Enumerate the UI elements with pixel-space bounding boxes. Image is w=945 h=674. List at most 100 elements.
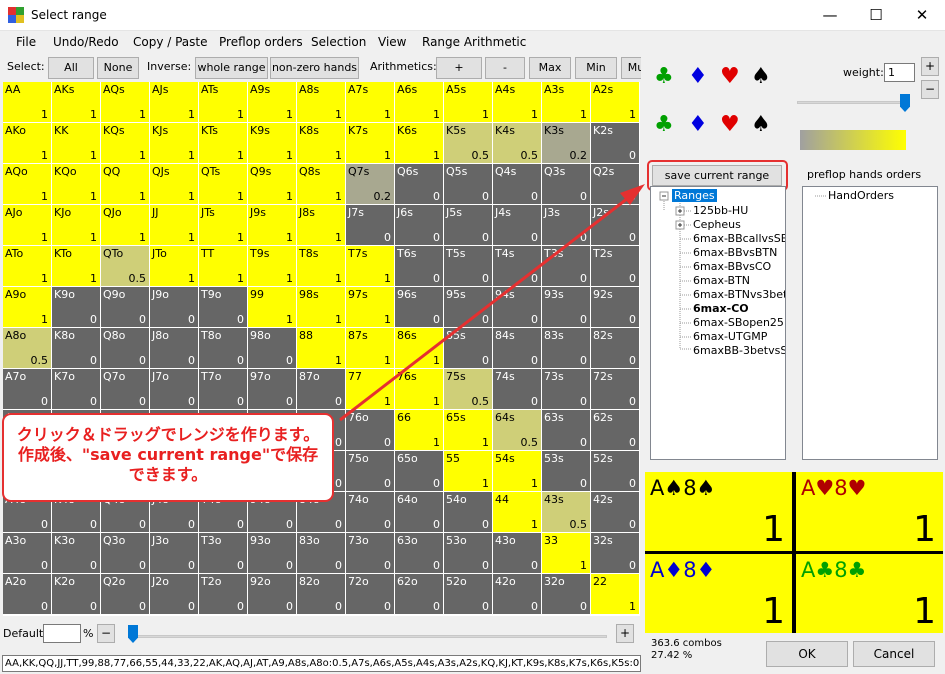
tree-item[interactable]: 6max-BBcallvsSB <box>693 232 785 245</box>
hand-cell[interactable]: 76o 0 <box>346 410 394 450</box>
hand-cell[interactable]: Q3s 0 <box>542 164 590 204</box>
hand-cell[interactable]: ATo 1 <box>3 246 51 286</box>
hand-cell[interactable]: 64o 0 <box>395 492 443 532</box>
default-plus-button[interactable]: + <box>616 624 634 643</box>
hand-cell[interactable]: T7s 1 <box>346 246 394 286</box>
hand-cell[interactable]: AA 1 <box>3 82 51 122</box>
hand-cell[interactable]: 75s 0.5 <box>444 369 492 409</box>
hand-cell[interactable]: 44 1 <box>493 492 541 532</box>
hand-cell[interactable]: 72o 0 <box>346 574 394 614</box>
hand-cell[interactable]: 73o 0 <box>346 533 394 573</box>
hand-cell[interactable]: KTs 1 <box>199 123 247 163</box>
weight-slider-track[interactable] <box>797 101 907 104</box>
combo-cell[interactable]: A♠8♠ 1 <box>645 472 792 551</box>
hand-cell[interactable]: Q9o 0 <box>101 287 149 327</box>
tree-item[interactable]: 6max-SBopen25 <box>693 316 784 329</box>
hand-orders-item[interactable]: HandOrders <box>828 189 894 202</box>
hand-cell[interactable]: TT 1 <box>199 246 247 286</box>
spade-icon[interactable]: ♠ <box>751 112 771 138</box>
hand-cell[interactable]: Q6s 0 <box>395 164 443 204</box>
menu-selection[interactable]: Selection <box>311 35 366 49</box>
hand-cell[interactable]: J5s 0 <box>444 205 492 245</box>
hand-cell[interactable]: KK 1 <box>52 123 100 163</box>
combo-cell[interactable]: A♣8♣ 1 <box>796 554 943 633</box>
menu-file[interactable]: File <box>16 35 36 49</box>
hand-cell[interactable]: AJs 1 <box>150 82 198 122</box>
hand-cell[interactable]: T9o 0 <box>199 287 247 327</box>
hand-cell[interactable]: Q3o 0 <box>101 533 149 573</box>
tree-item-selected[interactable]: 6max-CO <box>693 302 749 315</box>
hand-cell[interactable]: J9s 1 <box>248 205 296 245</box>
hand-cell[interactable]: T8o 0 <box>199 328 247 368</box>
hand-cell[interactable]: J2s 0 <box>591 205 639 245</box>
hand-cell[interactable]: 74s 0 <box>493 369 541 409</box>
hand-cell[interactable]: 95s 0 <box>444 287 492 327</box>
hand-cell[interactable]: T2s 0 <box>591 246 639 286</box>
hand-cell[interactable]: J3o 0 <box>150 533 198 573</box>
hand-cell[interactable]: K9s 1 <box>248 123 296 163</box>
hand-cell[interactable]: 63o 0 <box>395 533 443 573</box>
hand-cell[interactable]: AKo 1 <box>3 123 51 163</box>
hand-cell[interactable]: A9o 1 <box>3 287 51 327</box>
hand-cell[interactable]: J3s 0 <box>542 205 590 245</box>
tree-item[interactable]: 6max-BBvsCO <box>693 260 771 273</box>
hand-cell[interactable]: AQs 1 <box>101 82 149 122</box>
hand-cell[interactable]: 88 1 <box>297 328 345 368</box>
club-icon[interactable]: ♣ <box>654 64 674 90</box>
hand-cell[interactable]: A7o 0 <box>3 369 51 409</box>
ranges-tree[interactable]: Ranges 125bb-HU Cepheus 6max-BBcallvsSB … <box>650 186 786 460</box>
hand-cell[interactable]: QTs 1 <box>199 164 247 204</box>
combo-cell[interactable]: A♦8♦ 1 <box>645 554 792 633</box>
tree-item[interactable]: 6max-UTGMP <box>693 330 767 343</box>
spade-icon[interactable]: ♠ <box>751 64 771 90</box>
hand-cell[interactable]: 52o 0 <box>444 574 492 614</box>
hand-cell[interactable]: A5s 1 <box>444 82 492 122</box>
hand-cell[interactable]: 85s 0 <box>444 328 492 368</box>
hand-cell[interactable]: K7s 1 <box>346 123 394 163</box>
hand-cell[interactable]: 96s 0 <box>395 287 443 327</box>
hand-cell[interactable]: T3s 0 <box>542 246 590 286</box>
weight-minus-button[interactable]: − <box>921 80 939 99</box>
hand-cell[interactable]: 93s 0 <box>542 287 590 327</box>
hand-cell[interactable]: K2o 0 <box>52 574 100 614</box>
hand-cell[interactable]: 22 1 <box>591 574 639 614</box>
hand-cell[interactable]: T9s 1 <box>248 246 296 286</box>
inverse-whole-range-button[interactable]: whole range <box>195 57 268 79</box>
hand-cell[interactable]: K8o 0 <box>52 328 100 368</box>
hand-cell[interactable]: QJs 1 <box>150 164 198 204</box>
hand-cell[interactable]: K6s 1 <box>395 123 443 163</box>
hand-cell[interactable]: 52s 0 <box>591 451 639 491</box>
hand-cell[interactable]: QJo 1 <box>101 205 149 245</box>
hand-cell[interactable]: A2s 1 <box>591 82 639 122</box>
hand-cell[interactable]: AJo 1 <box>3 205 51 245</box>
hand-cell[interactable]: 98o 0 <box>248 328 296 368</box>
hand-cell[interactable]: K3o 0 <box>52 533 100 573</box>
hand-cell[interactable]: Q5s 0 <box>444 164 492 204</box>
hand-cell[interactable]: A6s 1 <box>395 82 443 122</box>
diamond-icon[interactable]: ♦ <box>688 64 708 90</box>
hand-cell[interactable]: T5s 0 <box>444 246 492 286</box>
weight-slider-thumb[interactable] <box>900 94 910 112</box>
close-button[interactable]: ✕ <box>899 0 945 31</box>
tree-root-ranges[interactable]: Ranges <box>672 189 717 202</box>
hand-cell[interactable]: J7o 0 <box>150 369 198 409</box>
preflop-orders-list[interactable]: HandOrders <box>802 186 938 460</box>
hand-cell[interactable]: T2o 0 <box>199 574 247 614</box>
hand-cell[interactable]: 62o 0 <box>395 574 443 614</box>
hand-cell[interactable]: J4s 0 <box>493 205 541 245</box>
heart-icon[interactable]: ♥ <box>720 64 740 90</box>
hand-cell[interactable]: 43s 0.5 <box>542 492 590 532</box>
hand-cell[interactable]: 32s 0 <box>591 533 639 573</box>
tree-item[interactable]: 6max-BBvsBTN <box>693 246 777 259</box>
hand-cell[interactable]: KTo 1 <box>52 246 100 286</box>
hand-cell[interactable]: K8s 1 <box>297 123 345 163</box>
club-icon[interactable]: ♣ <box>654 112 674 138</box>
hand-cell[interactable]: QTo 0.5 <box>101 246 149 286</box>
hand-cell[interactable]: JTs 1 <box>199 205 247 245</box>
arith-minus-button[interactable]: - <box>485 57 525 79</box>
arith-multiply-button[interactable]: Mu <box>621 57 641 79</box>
hand-cell[interactable]: 93o 0 <box>248 533 296 573</box>
hand-cell[interactable]: 84s 0 <box>493 328 541 368</box>
diamond-icon[interactable]: ♦ <box>688 112 708 138</box>
hand-cell[interactable]: 83o 0 <box>297 533 345 573</box>
